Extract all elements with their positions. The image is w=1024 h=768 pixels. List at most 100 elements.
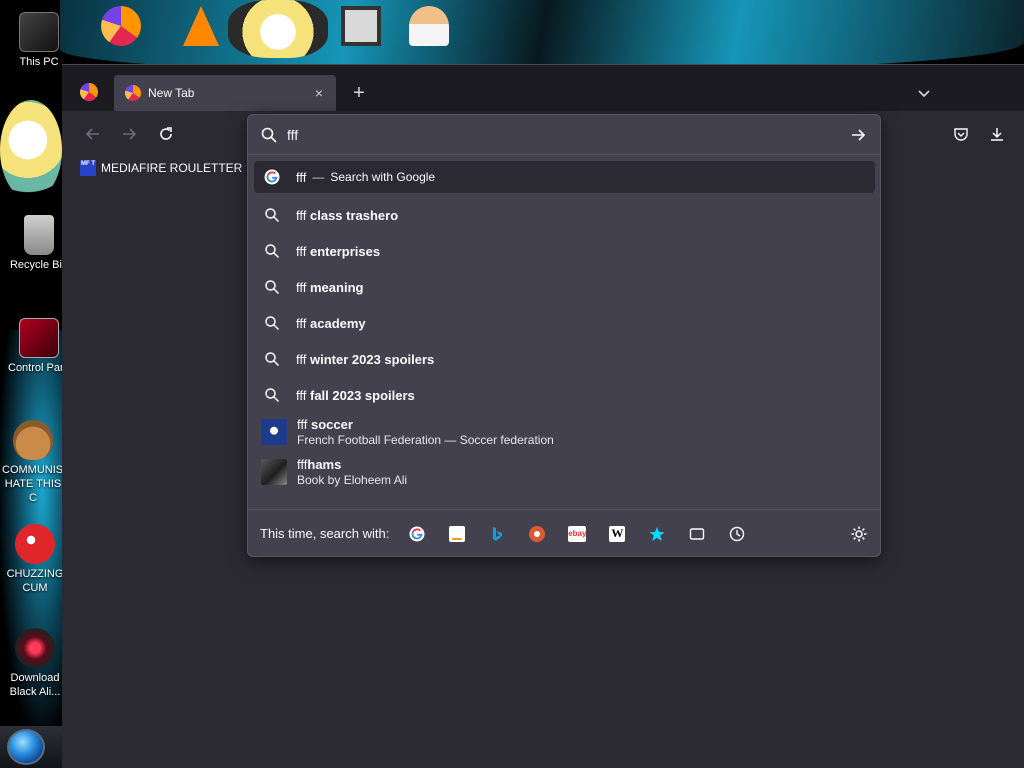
downloads-button[interactable] xyxy=(986,123,1008,145)
bing-icon xyxy=(493,526,503,541)
desktop-icon-label: This PC xyxy=(19,56,59,68)
engine-ebay-button[interactable]: ebay xyxy=(561,518,593,550)
star-icon xyxy=(649,526,665,541)
result-suggestion[interactable]: fff class trashero xyxy=(254,197,875,233)
bookmark-label: MEDIAFIRE ROULETTER xyxy=(101,161,243,175)
forward-button[interactable] xyxy=(118,123,140,145)
search-icon xyxy=(265,208,280,223)
engine-history-button[interactable] xyxy=(721,518,753,550)
engine-bing-button[interactable] xyxy=(481,518,513,550)
reload-icon xyxy=(160,127,172,140)
wikipedia-icon: W xyxy=(609,525,626,542)
firefox-view-icon[interactable] xyxy=(80,83,98,101)
engine-amazon-button[interactable] xyxy=(441,518,473,550)
cartoon-sticker-icon xyxy=(228,0,328,58)
firefox-icon xyxy=(101,6,141,46)
gear-icon[interactable] xyxy=(850,525,868,543)
desktop-icon-chuzzing[interactable]: CHUZZING CUM xyxy=(4,524,66,595)
pixel-art-icon xyxy=(341,6,381,46)
tabs-icon xyxy=(690,527,705,540)
one-off-search-bar: This time, search with: ebay W xyxy=(248,509,880,557)
tab-bar: New Tab × + xyxy=(62,65,1024,111)
result-lines: fff soccer French Football Federation — … xyxy=(297,417,554,447)
google-icon xyxy=(409,526,425,541)
result-query: fffhams xyxy=(297,457,342,472)
result-action: Search with Google xyxy=(330,170,436,184)
list-all-tabs-button[interactable] xyxy=(912,81,936,105)
desktop-icon-recycle-bin[interactable]: Recycle Bin xyxy=(8,215,70,272)
pocket-icon xyxy=(954,128,968,141)
desktop-icon-label: Control Panel xyxy=(8,362,70,374)
download-icon xyxy=(991,128,1003,141)
engine-tabs-button[interactable] xyxy=(681,518,713,550)
desktop-icon-label: COMMUNISM HATE THIS C xyxy=(2,464,64,504)
close-tab-icon[interactable]: × xyxy=(310,84,328,102)
result-query: fff enterprises xyxy=(296,243,381,259)
desktop-icon-label: Download Black Ali... xyxy=(9,672,61,698)
go-button[interactable] xyxy=(848,125,868,145)
start-button[interactable] xyxy=(7,729,45,765)
new-tab-button[interactable]: + xyxy=(348,82,370,104)
desktop-icon-shortcut[interactable] xyxy=(90,6,152,49)
tab-new-tab[interactable]: New Tab × xyxy=(114,75,336,111)
engine-bookmarks-button[interactable] xyxy=(641,518,673,550)
result-separator: — xyxy=(312,170,325,184)
result-query: fff xyxy=(296,169,307,185)
result-suggestion[interactable]: fff fall 2023 spoilers xyxy=(254,377,875,413)
result-suggestion[interactable]: fff winter 2023 spoilers xyxy=(254,341,875,377)
pocket-button[interactable] xyxy=(950,123,972,145)
desktop-icon-label: CHUZZING CUM xyxy=(6,568,64,594)
google-icon xyxy=(264,169,280,185)
search-icon xyxy=(265,244,280,259)
chuzzle-icon xyxy=(15,524,55,564)
desktop-icon-download[interactable]: Download Black Ali... xyxy=(4,628,66,699)
address-bar-input[interactable] xyxy=(287,122,848,147)
engine-google-button[interactable] xyxy=(401,518,433,550)
computer-icon xyxy=(19,12,59,52)
result-subtitle: French Football Federation — Soccer fede… xyxy=(297,433,554,447)
result-query: fff soccer xyxy=(297,417,353,432)
search-icon xyxy=(265,280,280,295)
result-suggestion[interactable]: fff academy xyxy=(254,305,875,341)
money-bag-icon xyxy=(13,420,53,460)
arrow-right-icon xyxy=(852,128,866,141)
ebay-icon: ebay xyxy=(568,525,586,542)
desktop-icon-shortcut[interactable] xyxy=(330,6,392,49)
result-subtitle: Book by Eloheem Ali xyxy=(297,473,408,487)
one-off-label: This time, search with: xyxy=(260,526,390,541)
amazon-icon xyxy=(449,525,466,542)
result-rich-fff-soccer[interactable]: fff soccer French Football Federation — … xyxy=(254,413,875,451)
history-icon xyxy=(730,526,745,541)
desktop-icon-label: Recycle Bin xyxy=(9,259,69,271)
result-query: fff academy xyxy=(296,315,366,331)
engine-duckduckgo-button[interactable] xyxy=(521,518,553,550)
urlbar-input-row xyxy=(248,115,880,155)
result-search-with-google[interactable]: fff — Search with Google xyxy=(254,161,875,193)
search-icon xyxy=(265,316,280,331)
cartoon-character-icon xyxy=(0,100,62,200)
tab-title: New Tab xyxy=(148,86,195,100)
doctor-avatar-icon xyxy=(409,6,449,46)
result-lines: fffhams Book by Eloheem Ali xyxy=(297,457,407,487)
result-suggestion[interactable]: fff enterprises xyxy=(254,233,875,269)
search-icon xyxy=(261,127,277,143)
result-query: fff class trashero xyxy=(296,207,399,223)
control-panel-icon xyxy=(19,318,59,358)
book-cover-icon xyxy=(261,459,287,485)
duckduckgo-icon xyxy=(529,525,546,542)
result-suggestion[interactable]: fff meaning xyxy=(254,269,875,305)
bookmark-mediafire-rouletter[interactable]: MF T MEDIAFIRE ROULETTER xyxy=(80,160,242,176)
vlc-cone-icon xyxy=(183,6,219,46)
engine-wikipedia-button[interactable]: W xyxy=(601,518,633,550)
result-query: fff fall 2023 spoilers xyxy=(296,387,415,403)
desktop-icon-shortcut[interactable] xyxy=(170,6,232,49)
trash-icon xyxy=(24,215,54,255)
desktop-icon-communism[interactable]: COMMUNISM HATE THIS C xyxy=(2,420,64,505)
search-icon xyxy=(265,352,280,367)
result-rich-fffhams[interactable]: fffhams Book by Eloheem Ali xyxy=(254,451,875,493)
desktop-icon-control-panel[interactable]: Control Panel xyxy=(8,318,70,375)
desktop-icon-this-pc[interactable]: This PC xyxy=(8,12,70,69)
reload-button[interactable] xyxy=(155,123,177,145)
back-button[interactable] xyxy=(82,123,104,145)
desktop-icon-shortcut[interactable] xyxy=(398,6,460,49)
